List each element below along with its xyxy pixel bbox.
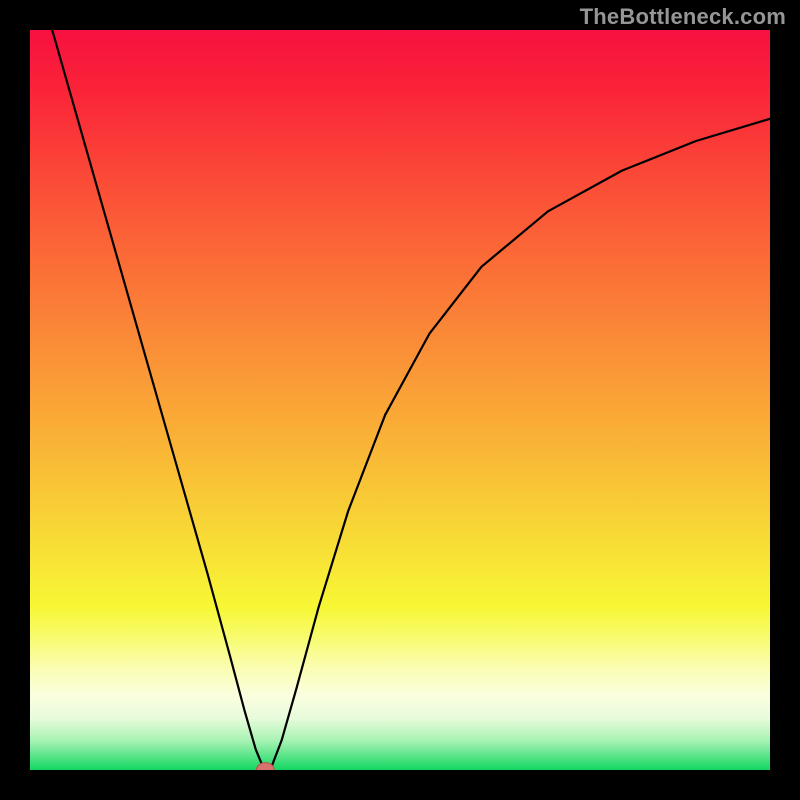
bottleneck-chart bbox=[30, 30, 770, 770]
chart-frame: { "watermark": "TheBottleneck.com", "col… bbox=[0, 0, 800, 800]
watermark-text: TheBottleneck.com bbox=[580, 4, 786, 30]
plot-background bbox=[30, 30, 770, 770]
